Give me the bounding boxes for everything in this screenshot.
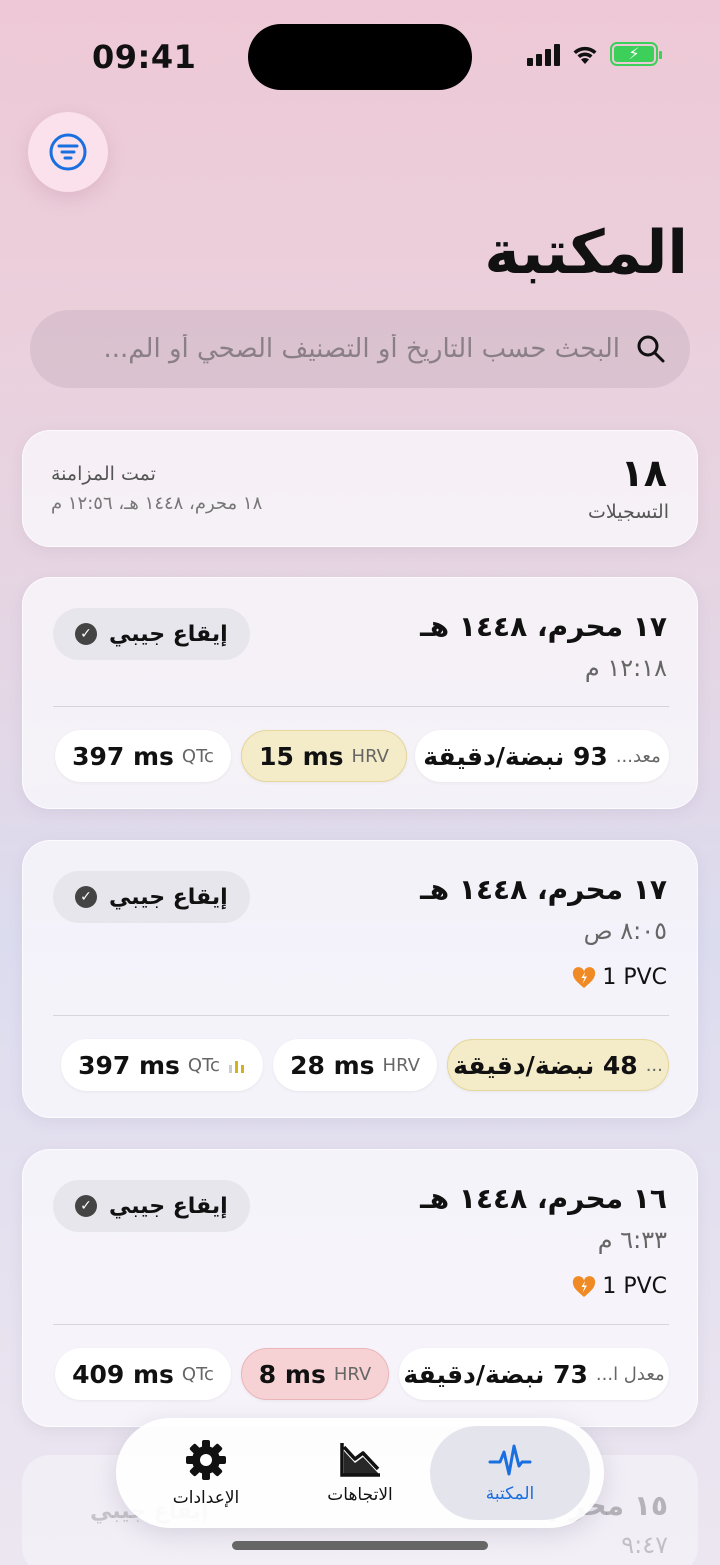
heart-rate-label: معد...	[615, 745, 661, 767]
signal-quality-icon	[228, 1061, 244, 1073]
cellular-signal-icon	[527, 42, 560, 66]
tab-trends-label: الاتجاهات	[327, 1485, 393, 1505]
rhythm-label: إيقاع جيبي	[109, 884, 228, 910]
tab-trends[interactable]: الاتجاهات	[280, 1426, 440, 1520]
summary-card: ١٨ التسجيلات تمت المزامنة ١٨ محرم، ١٤٤٨ …	[22, 430, 698, 547]
hrv-label: HRV	[333, 1363, 372, 1385]
tab-library-label: المكتبة	[485, 1484, 535, 1504]
heart-rate-value: 73 نبضة/دقيقة	[403, 1359, 588, 1389]
hrv-pill: 28 ms HRV	[273, 1039, 437, 1091]
hrv-pill: 15 ms HRV	[241, 730, 407, 782]
recordings-count: ١٨	[620, 451, 667, 495]
heart-rate-pill: 93 نبضة/دقيقة معد...	[415, 730, 669, 782]
gear-icon	[186, 1440, 226, 1480]
heart-warning-icon	[573, 1275, 596, 1297]
hrv-pill: 8 ms HRV	[241, 1348, 389, 1400]
recording-date: ١٦ محرم، ١٤٤٨ هـ	[420, 1182, 667, 1215]
heart-rate-label: معدل ا...	[595, 1363, 665, 1385]
recording-card[interactable]: ١٧ محرم، ١٤٤٨ هـ ٨:٠٥ ص 1 PVC إيقاع جيبي…	[22, 840, 698, 1118]
heart-rate-pill: 48 نبضة/دقيقة ...	[447, 1039, 669, 1091]
recording-time: ١٢:١٨ م	[584, 654, 667, 682]
checkmark-icon: ✓	[75, 623, 97, 645]
home-indicator	[232, 1541, 488, 1550]
checkmark-icon: ✓	[75, 1195, 97, 1217]
filter-icon	[49, 133, 87, 171]
sync-date: ١٨ محرم، ١٤٤٨ هـ، ١٢:٥٦ م	[51, 493, 263, 514]
heart-rate-pill: 73 نبضة/دقيقة معدل ا...	[399, 1348, 669, 1400]
divider	[53, 1324, 669, 1325]
pvc-indicator: 1 PVC	[572, 1274, 667, 1299]
sync-status: تمت المزامنة	[51, 463, 156, 485]
hrv-label: HRV	[382, 1054, 420, 1076]
tab-settings[interactable]: الإعدادات	[126, 1426, 286, 1520]
status-icons: ⚡	[527, 42, 662, 66]
checkmark-icon: ✓	[75, 886, 97, 908]
qtc-pill: 397 ms QTc	[55, 730, 231, 782]
pvc-indicator: 1 PVC	[572, 965, 667, 990]
hrv-label: HRV	[351, 745, 389, 767]
pvc-label: 1 PVC	[602, 1274, 667, 1299]
status-bar: 09:41 ⚡	[0, 0, 720, 120]
hrv-value: 15 ms	[259, 741, 344, 771]
qtc-label: QTc	[181, 745, 214, 767]
recording-time: ٨:٠٥ ص	[583, 917, 667, 945]
divider	[53, 1015, 669, 1016]
qtc-label: QTc	[181, 1363, 214, 1385]
waveform-icon	[488, 1444, 532, 1476]
qtc-label: QTc	[187, 1054, 220, 1076]
search-input[interactable]: البحث حسب التاريخ أو التصنيف الصحي أو ال…	[30, 310, 690, 388]
heart-rate-value: 93 نبضة/دقيقة	[423, 741, 608, 771]
pvc-label: 1 PVC	[602, 965, 667, 990]
qtc-value: 397 ms	[72, 741, 174, 771]
search-icon	[637, 335, 665, 363]
tab-settings-label: الإعدادات	[172, 1488, 240, 1508]
hrv-value: 28 ms	[290, 1050, 375, 1080]
divider	[53, 706, 669, 707]
rhythm-label: إيقاع جيبي	[109, 1193, 228, 1219]
search-placeholder: البحث حسب التاريخ أو التصنيف الصحي أو ال…	[103, 334, 620, 364]
wifi-icon	[573, 46, 597, 64]
recording-date: ١٧ محرم، ١٤٤٨ هـ	[420, 873, 667, 906]
rhythm-badge: إيقاع جيبي ✓	[53, 608, 250, 660]
rhythm-badge: إيقاع جيبي ✓	[53, 1180, 250, 1232]
recordings-label: التسجيلات	[588, 501, 669, 523]
filter-button[interactable]	[28, 112, 108, 192]
heart-rate-label: ...	[645, 1054, 663, 1076]
qtc-pill: 397 ms QTc	[61, 1039, 263, 1091]
status-time: 09:41	[92, 38, 197, 76]
page-title: المكتبة	[484, 218, 688, 288]
qtc-value: 397 ms	[78, 1050, 180, 1080]
heart-rate-value: 48 نبضة/دقيقة	[453, 1050, 638, 1080]
recording-time: ٩:٤٧	[621, 1531, 668, 1559]
recording-date: ١٧ محرم، ١٤٤٨ هـ	[420, 610, 667, 643]
recording-card[interactable]: ١٧ محرم، ١٤٤٨ هـ ١٢:١٨ م إيقاع جيبي ✓ 93…	[22, 577, 698, 809]
rhythm-label: إيقاع جيبي	[109, 621, 228, 647]
recording-card[interactable]: ١٦ محرم، ١٤٤٨ هـ ٦:٣٣ م 1 PVC إيقاع جيبي…	[22, 1149, 698, 1427]
battery-icon: ⚡	[610, 42, 662, 66]
dynamic-island	[248, 24, 472, 90]
trend-chart-icon	[340, 1443, 380, 1477]
qtc-pill: 409 ms QTc	[55, 1348, 231, 1400]
tab-bar: المكتبة الاتجاهات الإعدادات	[116, 1418, 604, 1528]
qtc-value: 409 ms	[72, 1359, 174, 1389]
hrv-value: 8 ms	[258, 1359, 326, 1389]
heart-warning-icon	[573, 966, 596, 988]
tab-library[interactable]: المكتبة	[430, 1426, 590, 1520]
rhythm-badge: إيقاع جيبي ✓	[53, 871, 250, 923]
recording-time: ٦:٣٣ م	[597, 1226, 667, 1254]
